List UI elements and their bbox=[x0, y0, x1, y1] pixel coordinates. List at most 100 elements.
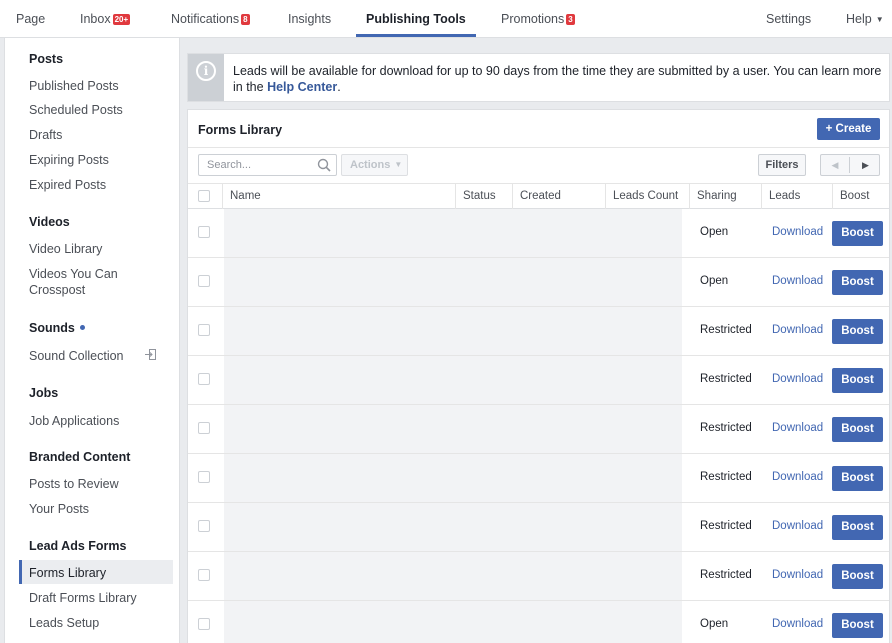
row-checkbox[interactable] bbox=[198, 226, 210, 238]
boost-button[interactable]: Boost bbox=[832, 613, 883, 638]
panel-title: Forms Library bbox=[198, 123, 283, 137]
select-all-checkbox[interactable] bbox=[198, 190, 210, 202]
sidebar-header-sounds-label: Sounds bbox=[29, 321, 75, 335]
tab-settings[interactable]: Settings bbox=[766, 0, 811, 38]
actions-dropdown[interactable]: Actions ▼ bbox=[341, 154, 408, 176]
sidebar-item-videos-crosspost[interactable]: Videos You Can Crosspost bbox=[29, 266, 118, 298]
column-created[interactable]: Created bbox=[512, 184, 605, 209]
tab-help[interactable]: Help ▼ bbox=[846, 0, 884, 38]
tab-settings-label: Settings bbox=[766, 12, 812, 26]
boost-button[interactable]: Boost bbox=[832, 221, 883, 246]
sidebar-item-scheduled-posts[interactable]: Scheduled Posts bbox=[29, 102, 123, 118]
create-button[interactable]: + Create bbox=[817, 118, 880, 140]
row-checkbox[interactable] bbox=[198, 618, 210, 630]
tab-promotions[interactable]: Promotions 3 bbox=[501, 0, 575, 38]
table-row: Open Download Boost bbox=[188, 258, 889, 307]
info-icon-box: i bbox=[188, 54, 224, 101]
sidebar-item-expiring-posts[interactable]: Expiring Posts bbox=[29, 152, 109, 168]
table-row: Restricted Download Boost bbox=[188, 356, 889, 405]
boost-button[interactable]: Boost bbox=[832, 270, 883, 295]
column-name[interactable]: Name bbox=[222, 184, 455, 209]
tab-help-label: Help bbox=[846, 12, 872, 26]
row-checkbox[interactable] bbox=[198, 422, 210, 434]
download-link[interactable]: Download bbox=[772, 275, 823, 287]
table-row: Restricted Download Boost bbox=[188, 307, 889, 356]
boost-button[interactable]: Boost bbox=[832, 417, 883, 442]
sidebar-item-videos-crosspost-line2: Crosspost bbox=[29, 283, 86, 297]
chevron-down-icon: ▼ bbox=[394, 160, 403, 169]
tab-insights[interactable]: Insights bbox=[288, 0, 331, 38]
new-indicator-dot bbox=[79, 325, 85, 330]
column-leads: Leads bbox=[761, 184, 832, 209]
sidebar-item-forms-library[interactable]: Forms Library bbox=[29, 565, 106, 581]
sidebar-header-sounds: Sounds bbox=[29, 321, 85, 335]
table-row: Open Download Boost bbox=[188, 209, 889, 258]
sidebar-item-video-library[interactable]: Video Library bbox=[29, 241, 102, 257]
row-checkbox[interactable] bbox=[198, 569, 210, 581]
download-link[interactable]: Download bbox=[772, 324, 823, 336]
sidebar: Posts Published Posts Scheduled Posts Dr… bbox=[4, 38, 180, 643]
sidebar-header-jobs: Jobs bbox=[29, 386, 59, 400]
row-checkbox[interactable] bbox=[198, 471, 210, 483]
sidebar-header-posts: Posts bbox=[29, 52, 64, 66]
tab-promotions-label: Promotions bbox=[501, 12, 565, 26]
actions-label: Actions bbox=[350, 159, 391, 171]
sidebar-item-your-posts[interactable]: Your Posts bbox=[29, 501, 89, 517]
row-checkbox[interactable] bbox=[198, 275, 210, 287]
download-link[interactable]: Download bbox=[772, 422, 823, 434]
tab-notifications[interactable]: Notifications 8 bbox=[171, 0, 250, 38]
download-link[interactable]: Download bbox=[772, 471, 823, 483]
download-link[interactable]: Download bbox=[772, 618, 823, 630]
notifications-badge: 8 bbox=[241, 14, 250, 25]
sharing-value: Open bbox=[700, 275, 729, 287]
row-checkbox[interactable] bbox=[198, 520, 210, 532]
boost-button[interactable]: Boost bbox=[832, 515, 883, 540]
download-link[interactable]: Download bbox=[772, 569, 823, 581]
sidebar-item-leads-setup[interactable]: Leads Setup bbox=[29, 615, 99, 631]
sidebar-item-drafts[interactable]: Drafts bbox=[29, 127, 62, 143]
search-input[interactable]: Search... bbox=[198, 154, 337, 176]
tab-publishing-tools-label: Publishing Tools bbox=[366, 12, 466, 26]
active-tab-indicator bbox=[356, 34, 476, 37]
open-external-icon[interactable] bbox=[145, 349, 156, 360]
sidebar-item-published-posts[interactable]: Published Posts bbox=[29, 78, 119, 94]
download-link[interactable]: Download bbox=[772, 520, 823, 532]
table-row: Restricted Download Boost bbox=[188, 552, 889, 601]
column-leads-count[interactable]: Leads Count bbox=[605, 184, 689, 209]
table-row: Restricted Download Boost bbox=[188, 454, 889, 503]
column-status[interactable]: Status bbox=[455, 184, 512, 209]
tab-publishing-tools[interactable]: Publishing Tools bbox=[366, 0, 466, 38]
sidebar-item-draft-forms-library[interactable]: Draft Forms Library bbox=[29, 590, 137, 606]
sidebar-item-job-applications[interactable]: Job Applications bbox=[29, 413, 119, 429]
boost-button[interactable]: Boost bbox=[832, 319, 883, 344]
sidebar-item-expired-posts[interactable]: Expired Posts bbox=[29, 177, 106, 193]
row-checkbox[interactable] bbox=[198, 324, 210, 336]
boost-button[interactable]: Boost bbox=[832, 466, 883, 491]
sidebar-item-sound-collection[interactable]: Sound Collection bbox=[29, 348, 124, 364]
boost-button[interactable]: Boost bbox=[832, 564, 883, 589]
promotions-badge: 3 bbox=[566, 14, 575, 25]
boost-button[interactable]: Boost bbox=[832, 368, 883, 393]
tab-inbox[interactable]: Inbox 20+ bbox=[80, 0, 131, 38]
table-header: Name Status Created Leads Count Sharing … bbox=[188, 183, 889, 209]
sidebar-item-posts-to-review[interactable]: Posts to Review bbox=[29, 476, 119, 492]
filters-button[interactable]: Filters bbox=[758, 154, 806, 176]
sharing-value: Open bbox=[700, 618, 729, 630]
tab-page[interactable]: Page bbox=[16, 0, 45, 38]
download-link[interactable]: Download bbox=[772, 226, 823, 238]
sidebar-header-branded-content: Branded Content bbox=[29, 450, 131, 464]
sharing-value: Restricted bbox=[700, 471, 752, 483]
previous-page-icon[interactable]: ◀ bbox=[821, 157, 850, 173]
info-banner-end: . bbox=[337, 80, 341, 94]
help-center-link[interactable]: Help Center bbox=[267, 80, 337, 94]
chevron-down-icon: ▼ bbox=[875, 15, 884, 24]
next-page-icon[interactable]: ▶ bbox=[851, 157, 880, 173]
info-banner: i Leads will be available for download f… bbox=[187, 53, 890, 102]
search-icon bbox=[317, 158, 331, 172]
column-boost: Boost bbox=[832, 184, 889, 209]
sidebar-header-videos: Videos bbox=[29, 215, 70, 229]
tab-page-label: Page bbox=[16, 12, 46, 26]
row-checkbox[interactable] bbox=[198, 373, 210, 385]
column-sharing[interactable]: Sharing bbox=[689, 184, 761, 209]
download-link[interactable]: Download bbox=[772, 373, 823, 385]
